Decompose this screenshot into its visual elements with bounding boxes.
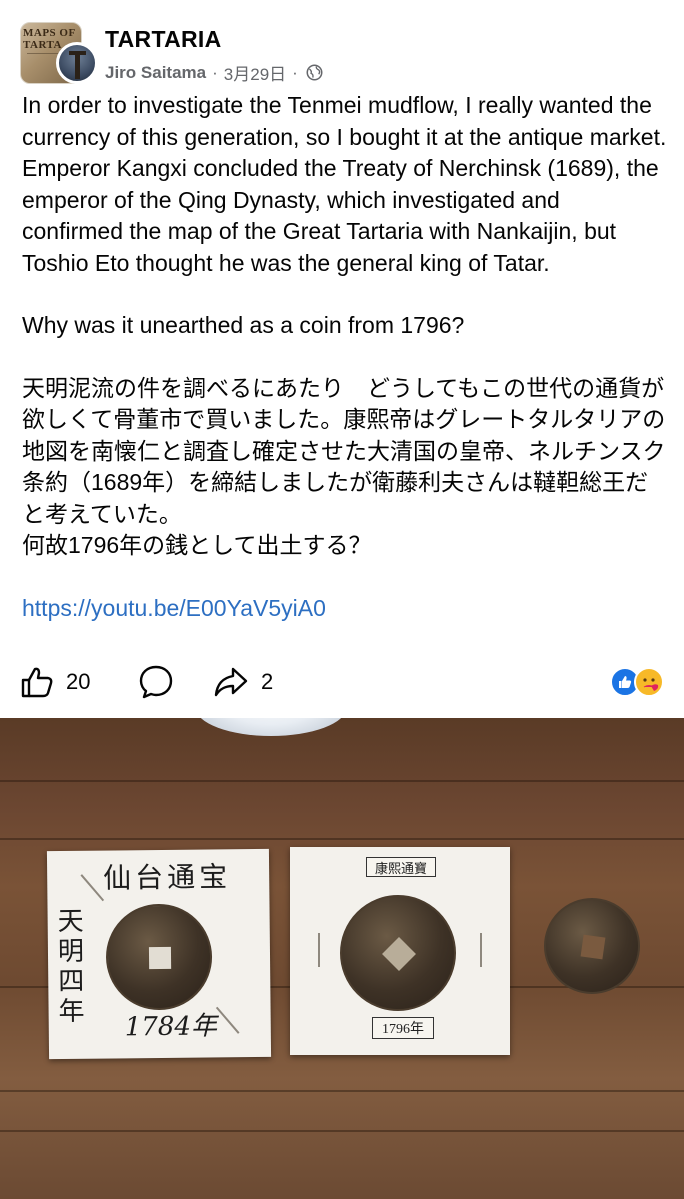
coin-label-year: 1796年 bbox=[372, 1017, 434, 1039]
care-reaction-icon bbox=[634, 667, 664, 697]
wood-grain bbox=[0, 780, 684, 782]
post-question-en: Why was it unearthed as a coin from 1796… bbox=[22, 312, 465, 338]
holder-slit bbox=[318, 933, 320, 967]
like-button[interactable]: 20 bbox=[20, 664, 90, 700]
share-button[interactable]: 2 bbox=[213, 664, 273, 700]
share-icon bbox=[214, 667, 248, 697]
coin-hole bbox=[382, 937, 416, 971]
holder-slit bbox=[215, 1006, 240, 1034]
coin-sendai-tsuho bbox=[105, 903, 213, 1011]
meta-separator-2: · bbox=[292, 62, 298, 82]
like-count: 20 bbox=[66, 669, 91, 694]
wood-grain bbox=[0, 838, 684, 840]
post-text-jp: 天明泥流の件を調べるにあたり どうしてもこの世代の通貨が欲しくて骨董市で買いまし… bbox=[22, 374, 666, 527]
post-date[interactable]: 3月29日 bbox=[224, 60, 286, 85]
porcelain-bowl bbox=[196, 718, 346, 736]
handwritten-year: 1784年 bbox=[124, 1011, 218, 1043]
handwritten-era: 天明四年 bbox=[57, 906, 85, 1028]
youtube-link[interactable]: https://youtu.be/E00YaV5yiA0 bbox=[22, 593, 667, 625]
coin-holder-middle: 康熙通寶 1796年 bbox=[290, 847, 510, 1055]
meta-separator: · bbox=[212, 62, 218, 82]
coin-hole bbox=[580, 934, 606, 960]
reaction-summary[interactable] bbox=[610, 667, 670, 697]
post-header: MAPS OF TARTA TARTARIA Jiro Saitama · 3月… bbox=[20, 22, 670, 84]
author-name[interactable]: Jiro Saitama bbox=[105, 63, 206, 83]
share-count: 2 bbox=[261, 669, 274, 694]
action-bar: 20 2 bbox=[20, 664, 670, 700]
thumbs-up-icon bbox=[21, 667, 53, 698]
post-text-en: In order to investigate the Tenmei mudfl… bbox=[22, 92, 673, 276]
coin-kangxi-tongbao bbox=[340, 895, 456, 1011]
coin-hole bbox=[148, 946, 172, 970]
wood-grain bbox=[0, 1090, 684, 1092]
handwritten-coin-name: 仙台通宝 bbox=[103, 860, 232, 895]
post-body: In order to investigate the Tenmei mudfl… bbox=[22, 90, 667, 624]
holder-slit bbox=[80, 874, 105, 902]
loose-coin bbox=[544, 898, 640, 994]
author-avatar[interactable] bbox=[56, 42, 98, 84]
post-question-jp: 何故1796年の銭として出土する？ bbox=[22, 532, 372, 558]
holder-slit bbox=[480, 933, 482, 967]
tower-body bbox=[75, 51, 80, 79]
wood-grain bbox=[0, 1130, 684, 1132]
post-meta: Jiro Saitama · 3月29日 · bbox=[105, 60, 323, 85]
comment-icon bbox=[139, 665, 173, 699]
coin-holder-left: 仙台通宝 天明四年 1784年 bbox=[46, 848, 272, 1060]
globe-icon bbox=[306, 64, 323, 81]
coin-label-kangxi: 康熙通寶 bbox=[366, 857, 436, 877]
group-name[interactable]: TARTARIA bbox=[105, 26, 222, 53]
comment-button[interactable] bbox=[138, 664, 174, 700]
